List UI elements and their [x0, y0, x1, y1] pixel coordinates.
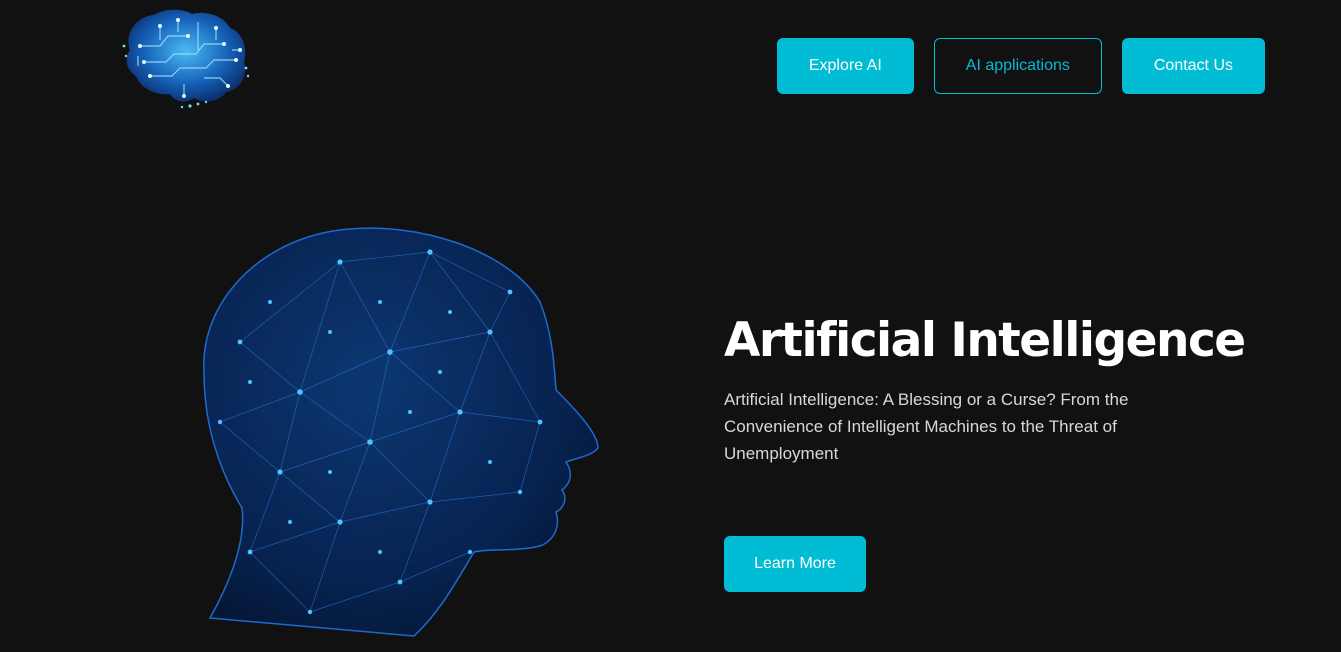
circuit-brain-icon[interactable] [120, 6, 252, 110]
top-navigation: Explore AI AI applications Contact Us [776, 38, 1265, 94]
contact-us-button[interactable]: Contact Us [1121, 38, 1265, 94]
neural-network-head-icon [190, 222, 610, 642]
landing-page: Explore AI AI applications Contact Us Ar… [0, 0, 1341, 652]
explore-ai-button[interactable]: Explore AI [776, 38, 914, 94]
hero-title: Artificial Intelligence [724, 313, 1246, 368]
hero-description: Artificial Intelligence: A Blessing or a… [724, 390, 1129, 463]
hero-section: Artificial Intelligence Artificial Intel… [724, 310, 1284, 467]
ai-applications-button[interactable]: AI applications [933, 38, 1102, 94]
learn-more-button[interactable]: Learn More [724, 536, 866, 592]
